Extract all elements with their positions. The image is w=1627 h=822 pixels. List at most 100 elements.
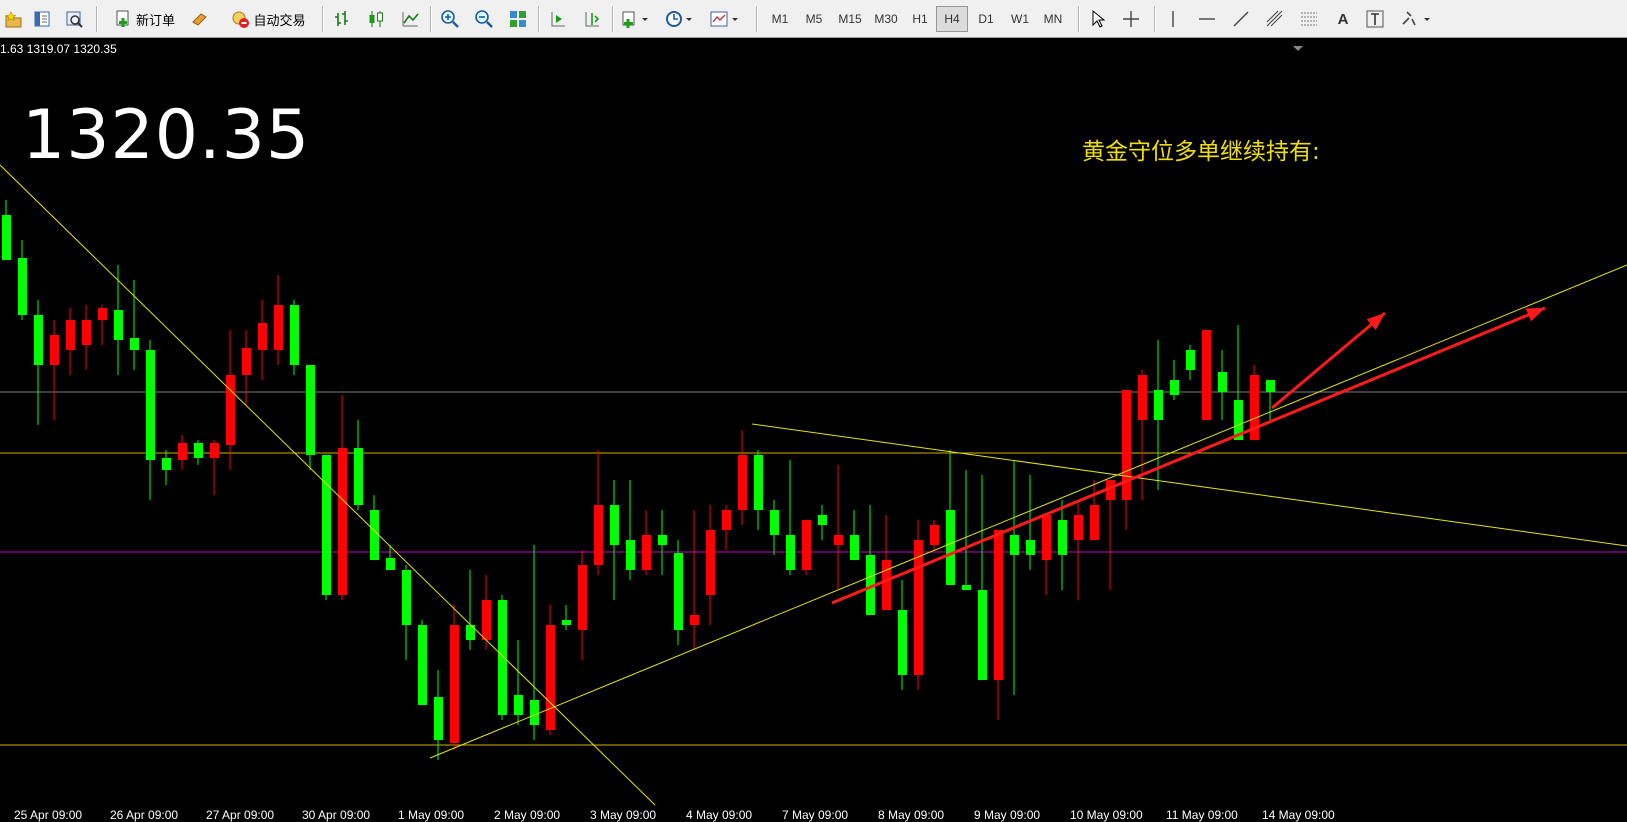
bull-candle [770,510,779,535]
x-axis-label: 30 Apr 09:00 [302,808,371,822]
periodicity-dropdown-icon[interactable] [662,6,698,32]
x-axis-label: 14 May 09:00 [1262,808,1335,822]
vertical-line-icon[interactable] [1160,6,1186,32]
bull-candle [130,338,139,350]
bull-candle [434,697,443,740]
bull-candle [1010,535,1019,555]
bear-candle [594,505,603,565]
bear-candle [98,308,107,320]
zoom-in-icon[interactable] [438,6,462,32]
bull-candle [402,570,411,625]
bull-candle [530,700,539,725]
bull-candle [34,315,43,365]
timeframe-d1[interactable]: D1 [970,6,1002,32]
bull-candle [1170,380,1179,395]
candlestick-icon[interactable] [364,6,388,32]
bar-chart-icon[interactable] [330,6,354,32]
timeframe-m15[interactable]: M15 [832,6,868,32]
crosshair-icon[interactable] [1118,6,1144,32]
x-axis-label: 27 Apr 09:00 [206,808,275,822]
meta-editor-icon[interactable] [188,6,212,32]
bear-candle [642,535,651,570]
bear-candle [930,525,939,545]
x-axis-label: 10 May 09:00 [1070,808,1143,822]
bull-candle [114,310,123,340]
x-axis-label: 9 May 09:00 [974,808,1041,822]
star-folder-icon[interactable] [2,6,24,32]
bear-candle [66,320,75,350]
bear-candle [578,565,587,630]
new-order-button[interactable]: 新订单 [104,6,184,32]
horizontal-line-icon[interactable] [1194,6,1220,32]
timeframe-mn[interactable]: MN [1036,6,1070,32]
bear-candle [722,510,731,530]
channel-icon[interactable] [1262,6,1288,32]
analysis-annotation: 黄金守位多单继续持有: [1082,139,1320,165]
x-axis-label: 25 Apr 09:00 [14,808,83,822]
current-price-display: 1320.35 [22,96,311,175]
bear-candle [274,305,283,350]
bear-candle [802,520,811,570]
bull-candle [498,600,507,715]
bull-candle [978,590,987,680]
bear-candle [706,530,715,595]
bull-candle [306,365,315,455]
bull-candle [290,305,299,365]
x-axis-label: 11 May 09:00 [1166,808,1238,822]
bull-candle [18,258,27,315]
x-axis-label: 7 May 09:00 [782,808,849,822]
trendline-icon[interactable] [1228,6,1254,32]
tile-windows-icon[interactable] [506,6,530,32]
bull-candle [1154,390,1163,420]
text-icon[interactable]: A [1330,6,1356,32]
line-chart-icon[interactable] [398,6,422,32]
bear-candle [1138,375,1147,420]
bull-candle [786,535,795,570]
bull-candle [1218,372,1227,392]
bull-candle [418,625,427,705]
text-label-icon[interactable] [1362,6,1388,32]
x-axis-label: 4 May 09:00 [686,808,753,822]
bear-candle [1202,330,1211,420]
bull-candle [626,540,635,570]
bear-candle [338,448,347,595]
chart-shift-icon[interactable] [580,6,604,32]
bear-candle [450,625,459,743]
bull-candle [2,215,11,260]
auto-trading-button[interactable]: 自动交易 [222,6,314,32]
bear-candle [914,540,923,675]
timeframe-w1[interactable]: W1 [1004,6,1036,32]
x-axis-label: 2 May 09:00 [494,808,561,822]
auto-scroll-icon[interactable] [546,6,570,32]
data-window-icon[interactable] [62,6,86,32]
timeframe-h1[interactable]: H1 [904,6,936,32]
bull-candle [1026,540,1035,555]
bull-candle [850,535,859,560]
bull-candle [146,350,155,460]
indicators-dropdown-icon[interactable] [618,6,654,32]
bull-candle [610,505,619,545]
bear-candle [1042,515,1051,560]
bear-candle [178,443,187,460]
new-order-label: 新订单 [135,13,175,29]
zoom-out-icon[interactable] [472,6,496,32]
cursor-icon[interactable] [1084,6,1110,32]
timeframe-m1[interactable]: M1 [764,6,796,32]
toolbar: 新订单 自动交易 M1 M5 M15 M30 H1 H4 D1 W1 MN A [0,0,1627,38]
fibonacci-icon[interactable] [1296,6,1322,32]
bull-candle [946,510,955,585]
arrows-dropdown-icon[interactable] [1396,6,1436,32]
timeframe-h4[interactable]: H4 [936,6,968,32]
auto-trading-label: 自动交易 [253,13,306,29]
bull-candle [370,510,379,560]
timeframe-m5[interactable]: M5 [798,6,830,32]
x-axis-label: 26 Apr 09:00 [110,808,179,822]
templates-dropdown-icon[interactable] [706,6,744,32]
bull-candle [562,620,571,625]
market-watch-icon[interactable] [30,6,54,32]
bull-candle [514,695,523,715]
bull-candle [1186,350,1195,370]
timeframe-m30[interactable]: M30 [868,6,904,32]
bear-candle [482,600,491,640]
x-axis-label: 8 May 09:00 [878,808,945,822]
